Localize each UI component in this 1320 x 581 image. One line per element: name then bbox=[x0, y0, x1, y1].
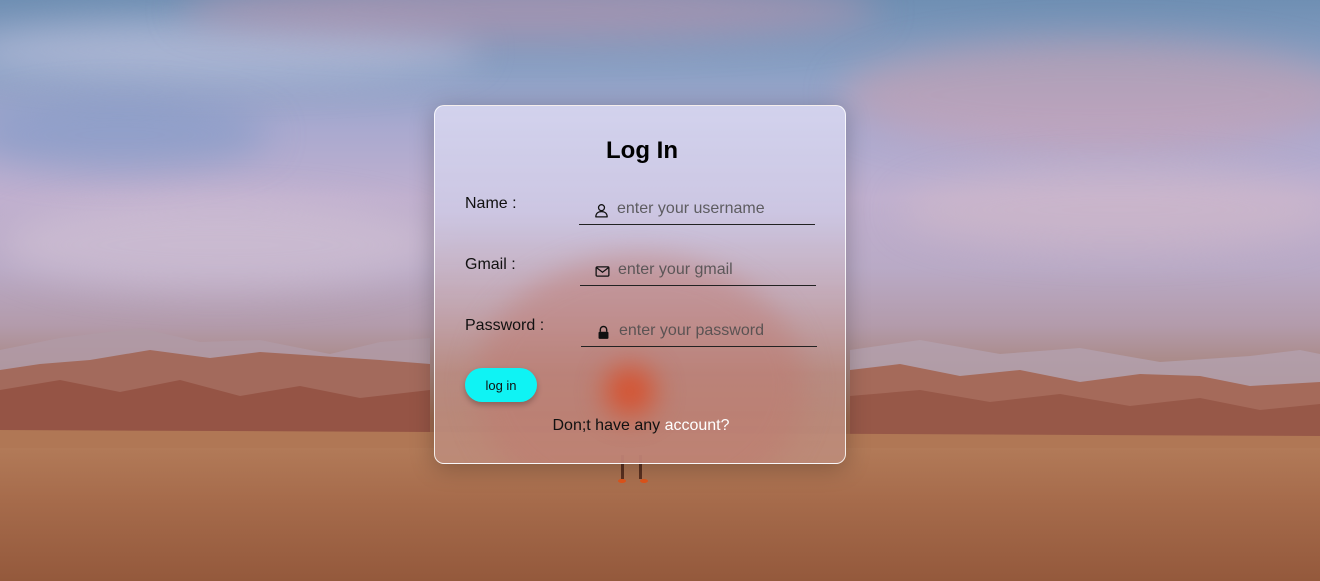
password-input[interactable] bbox=[619, 320, 809, 342]
name-label: Name : bbox=[465, 195, 517, 212]
signup-text: Don;t have any bbox=[552, 417, 661, 434]
gmail-input[interactable] bbox=[618, 259, 808, 281]
username-field[interactable] bbox=[579, 195, 815, 225]
signup-link[interactable]: account? bbox=[665, 417, 730, 434]
gmail-field[interactable] bbox=[580, 256, 816, 286]
form-title: Log In bbox=[606, 137, 678, 164]
desert-ground bbox=[0, 448, 1320, 581]
mail-icon bbox=[595, 266, 610, 277]
lock-icon bbox=[598, 325, 609, 339]
gmail-label: Gmail : bbox=[465, 256, 516, 273]
signup-prompt: Don;t have any account? bbox=[435, 417, 845, 435]
username-input[interactable] bbox=[617, 198, 807, 220]
password-label: Password : bbox=[465, 317, 545, 334]
password-field[interactable] bbox=[581, 317, 817, 347]
login-button[interactable]: log in bbox=[465, 368, 537, 402]
login-card: Log In Name : Gmail : Password : log in … bbox=[434, 105, 846, 464]
user-icon bbox=[595, 204, 608, 218]
